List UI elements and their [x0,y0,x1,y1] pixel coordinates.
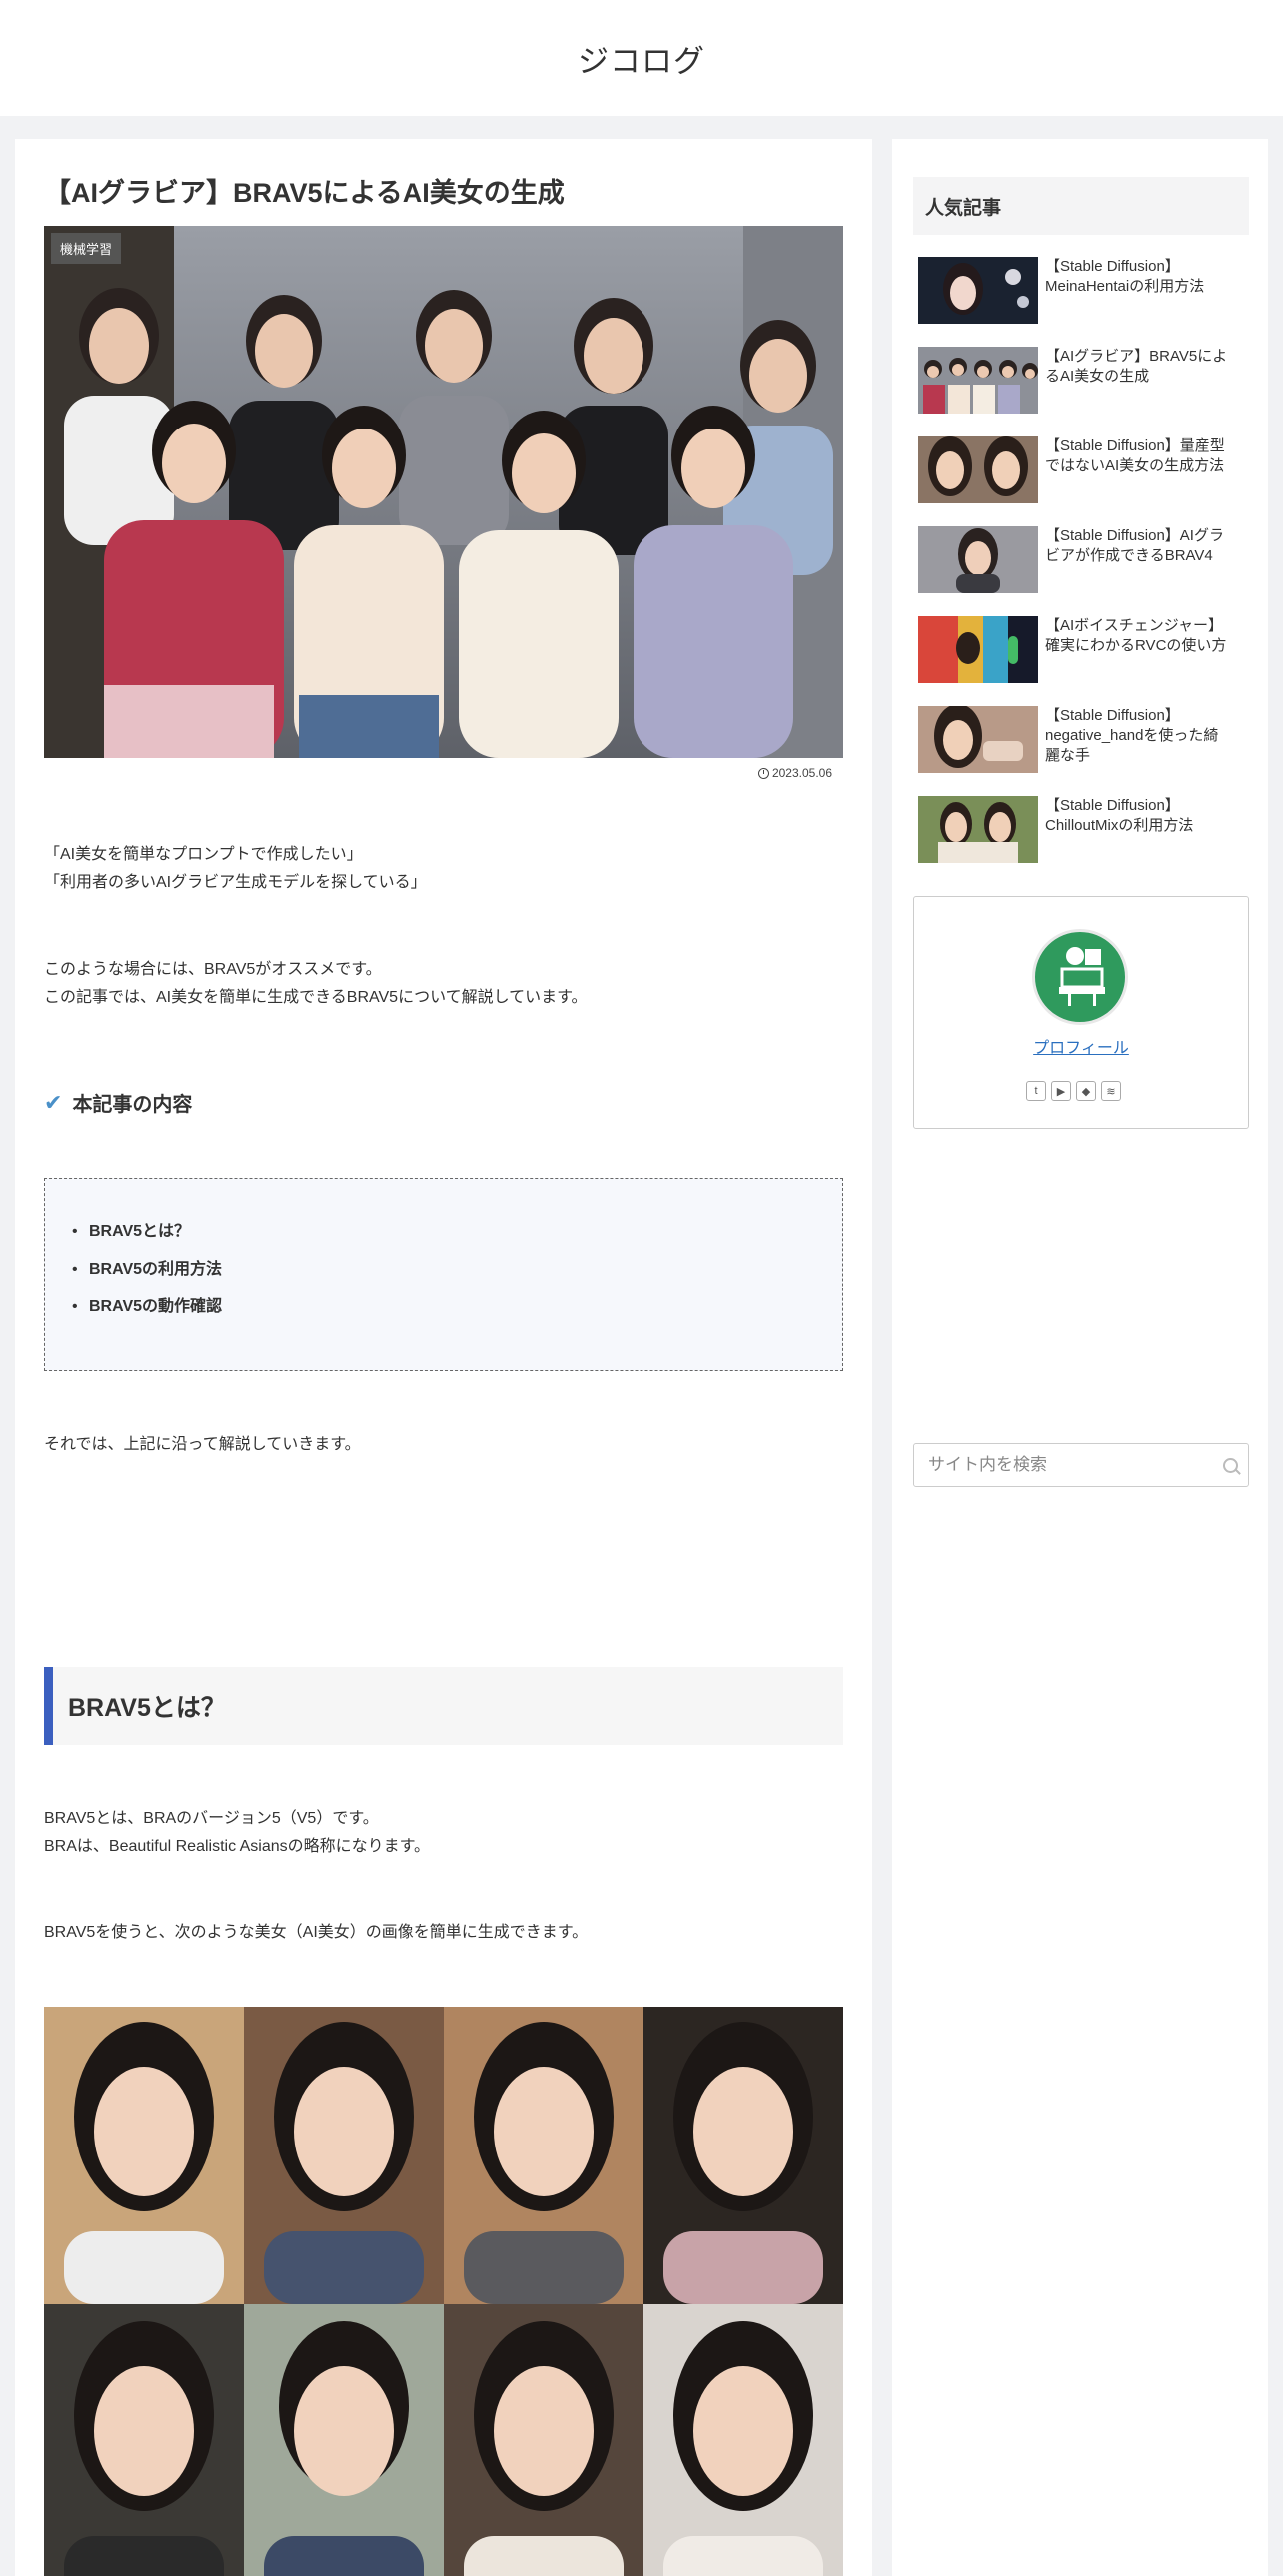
post-title-line[interactable]: 【Stable Diffusion】 [1045,706,1218,726]
rec-line-2: この記事では、AI美女を簡単に生成できるBRAV5について解説しています。 [44,989,588,1006]
toc-heading-text: 本記事の内容 [72,1094,193,1116]
definition-line-2: BRAは、Beautiful Realistic Asiansの略称になります。 [44,1838,431,1855]
youtube-icon[interactable]: ▶ [1051,1081,1071,1101]
twitter-icon[interactable]: t [1026,1081,1046,1101]
popular-post-item[interactable]: 【Stable Diffusion】 negative_handを使った綺 麗な… [918,706,1258,776]
popular-post-item[interactable]: 【AIボイスチェンジャー】 確実にわかるRVCの使い方 [918,616,1258,686]
post-thumbnail[interactable] [918,257,1038,324]
post-title-line[interactable]: 【Stable Diffusion】量産型 [1045,436,1225,456]
sidebar: 人気記事 【Stable Diffusion】 MeinaHentaiの利用方法… [892,139,1268,2576]
popular-post-item[interactable]: 【AIグラビア】BRAV5によ るAI美女の生成 [918,347,1258,417]
post-title-line[interactable]: 【Stable Diffusion】 [1045,796,1193,816]
intro-line-2: 「利用者の多いAIグラビア生成モデルを探している」 [44,874,427,891]
popular-post-item[interactable]: 【Stable Diffusion】 MeinaHentaiの利用方法 [918,257,1258,327]
post-title-line[interactable]: 【AIボイスチェンジャー】 [1045,616,1226,636]
usage-text: BRAV5を使うと、次のような美女（AI美女）の画像を簡単に生成できます。 [44,1924,589,1941]
post-title-line[interactable]: negative_handを使った綺 [1045,726,1218,746]
post-title-line[interactable]: ビアが作成できるBRAV4 [1045,546,1224,566]
post-title-line[interactable]: ではないAI美女の生成方法 [1045,456,1225,476]
post-thumbnail[interactable] [918,347,1038,414]
check-icon: ✔ [44,1089,63,1115]
category-label[interactable]: 機械学習 [51,233,122,264]
intro-line-1: 「AI美女を簡単なプロンプトで作成したい」 [44,846,363,863]
definition-line-1: BRAV5とは、BRAのバージョン5（V5）です。 [44,1810,379,1827]
eyecatch-image: 機械学習 [44,226,843,758]
toc-item[interactable]: BRAV5とは？ [72,1213,842,1251]
article-title: 【AIグラビア】BRAV5によるAI美女の生成 [44,178,565,208]
post-title-line[interactable]: 確実にわかるRVCの使い方 [1045,636,1226,656]
popular-post-item[interactable]: 【Stable Diffusion】量産型 ではないAI美女の生成方法 [918,436,1258,506]
post-thumbnail[interactable] [918,526,1038,593]
site-header: ジコログ [0,0,1283,116]
post-thumbnail[interactable] [918,796,1038,863]
site-title[interactable]: ジコログ [578,36,705,81]
profile-link[interactable]: プロフィール [914,1034,1248,1058]
post-thumbnail[interactable] [918,616,1038,683]
social-links: t ▶ ◆ ≋ [1026,1081,1121,1101]
search-icon[interactable] [1223,1458,1238,1473]
transition-text: それでは、上記に沿って解説していきます。 [44,1436,361,1453]
post-title-line[interactable]: 麗な手 [1045,746,1218,766]
popular-posts-title: 人気記事 [913,177,1249,235]
toc-heading: ✔ 本記事の内容 [44,1088,192,1117]
rec-line-1: このような場合には、BRAV5がオススメです。 [44,961,382,978]
post-date-text: 2023.05.06 [771,766,832,780]
feedly-icon[interactable]: ◆ [1076,1081,1096,1101]
popular-post-item[interactable]: 【Stable Diffusion】 ChilloutMixの利用方法 [918,796,1258,866]
post-title-line[interactable]: 【Stable Diffusion】AIグラ [1045,526,1224,546]
post-title-line[interactable]: 【Stable Diffusion】 [1045,257,1204,277]
section-heading: BRAV5とは？ [44,1667,843,1745]
post-thumbnail[interactable] [918,706,1038,773]
post-date: 2023.05.06 [757,766,832,780]
sample-image-grid [44,2007,843,2576]
profile-widget: プロフィール t ▶ ◆ ≋ [913,896,1249,1129]
article-main: 【AIグラビア】BRAV5によるAI美女の生成 機械学習 2023.05.06 … [15,139,872,2576]
avatar [1032,929,1128,1025]
rss-icon[interactable]: ≋ [1101,1081,1121,1101]
toc-box: BRAV5とは？ BRAV5の利用方法 BRAV5の動作確認 [44,1178,843,1371]
search-input[interactable] [926,1444,1210,1486]
toc-item[interactable]: BRAV5の利用方法 [72,1251,842,1288]
site-search [913,1443,1249,1487]
post-title-line[interactable]: るAI美女の生成 [1045,367,1227,387]
post-title-line[interactable]: ChilloutMixの利用方法 [1045,816,1193,836]
post-thumbnail[interactable] [918,436,1038,503]
post-title-line[interactable]: MeinaHentaiの利用方法 [1045,277,1204,297]
toc-item[interactable]: BRAV5の動作確認 [72,1288,842,1326]
post-title-line[interactable]: 【AIグラビア】BRAV5によ [1045,347,1227,367]
clock-icon [757,767,769,779]
popular-post-item[interactable]: 【Stable Diffusion】AIグラ ビアが作成できるBRAV4 [918,526,1258,596]
